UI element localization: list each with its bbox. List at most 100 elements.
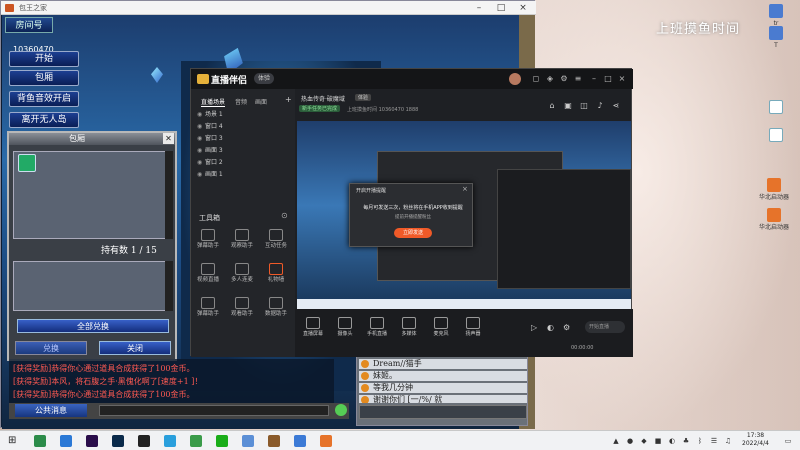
taskbar-app-1[interactable] [60,435,72,447]
taskbar-app-10[interactable] [294,435,306,447]
taskbar-app-9[interactable] [268,435,280,447]
maximize-icon[interactable]: □ [493,2,509,14]
source-row[interactable]: ◉ 窗口 3 [197,133,289,145]
tray-app-icon[interactable]: ♣ [682,437,690,445]
source-row[interactable]: ◉ 画面 1 [197,169,289,181]
source-row[interactable]: ◉ 画面 3 [197,145,289,157]
voice-row[interactable]: 等我几分钟 [359,383,527,393]
tray-app-icon[interactable]: ▲ [612,437,620,445]
desktop-icon[interactable] [765,128,787,144]
gift-icon[interactable]: ◈ [545,74,555,84]
message-icon[interactable]: ◻ [531,74,541,84]
tool-item[interactable]: 多人连麦 [227,263,257,284]
bluetooth-icon[interactable]: ᛒ [696,437,704,445]
lock-icon[interactable]: ▣ [563,101,573,111]
tray-app-icon[interactable]: ● [626,437,634,445]
source-row[interactable]: ◉ 窗口 4 [197,121,289,133]
voice-row[interactable]: Dream//猫手 [359,359,527,369]
app-version-tag[interactable]: 体验 [254,73,275,84]
clock[interactable]: 17:38 2022/4/4 [742,432,769,448]
record-icon[interactable]: ▷ [531,323,537,332]
tool-item[interactable]: 观察助手 [227,229,257,250]
tray-app-icon[interactable]: ◐ [668,437,676,445]
taskbar-app-11[interactable] [320,435,332,447]
notification-icon[interactable]: ▭ [784,437,792,445]
bottom-tool[interactable]: 直播屏幕 [299,317,327,338]
taskbar-app-0[interactable] [34,435,46,447]
eye-icon[interactable]: ◉ [197,145,205,157]
chat-input[interactable] [99,405,329,416]
mirror-icon[interactable]: ◐ [547,323,554,332]
fish-sound-toggle-button[interactable]: 背鱼音效开启 [9,91,79,107]
desktop-icon-launcher[interactable]: 华北启动器 [756,208,792,231]
bottom-tool[interactable]: 摄像头 [331,317,359,338]
add-scene-icon[interactable]: + [285,95,292,104]
avatar[interactable] [509,73,521,85]
live-settings-icon[interactable]: ⚙ [563,323,570,332]
bag-close-icon[interactable]: ✕ [163,133,174,144]
menu-icon[interactable]: ≡ [573,74,583,84]
eye-icon[interactable]: ◉ [197,133,205,145]
tool-item[interactable]: 观看助手 [227,297,257,318]
tray-app-icon[interactable]: ◆ [640,437,648,445]
taskbar-app-3[interactable] [112,435,124,447]
bottom-tool[interactable]: 手机直播 [363,317,391,338]
maximize-icon[interactable]: □ [603,74,613,84]
exchange-all-button[interactable]: 全部兑换 [17,319,169,333]
taskbar-app-5[interactable] [164,435,176,447]
tool-item[interactable]: 弹幕助手 [193,297,223,318]
bottom-tool[interactable]: 麦克风 [427,317,455,338]
bottom-tool[interactable]: 扬声器 [459,317,487,338]
source-row[interactable]: ◉ 窗口 2 [197,157,289,169]
desktop-icon[interactable]: tr [765,4,787,27]
settings-icon[interactable]: ⚙ [559,74,569,84]
desktop-icon[interactable]: T [765,26,787,49]
minimize-icon[interactable]: – [471,2,487,14]
popup-close-icon[interactable]: × [462,185,468,193]
voice-row[interactable]: 妹姬。 [359,371,527,381]
live-preview[interactable]: 开启开播提醒 × 每月可发送三次，粉丝将在手机APP收到提醒 提前开播提醒粉丝 … [297,121,631,309]
tab-canvas[interactable]: 画面 [255,97,267,106]
bag-scrollbar[interactable] [165,151,173,239]
bag-detail-scrollbar[interactable] [165,261,173,311]
start-button[interactable]: 开始 [9,51,79,67]
desktop-icon-launcher[interactable]: 华北启动器 [756,178,792,201]
voice-input[interactable] [359,405,527,419]
taskbar-app-6[interactable] [190,435,202,447]
tray-app-icon[interactable]: ■ [654,437,662,445]
public-message-button[interactable]: 公共消息 [15,404,87,417]
volume-icon[interactable]: ♫ [724,437,732,445]
layout-icon[interactable]: ⌂ [547,101,557,111]
start-live-button[interactable]: 开始直播 [585,321,625,333]
exchange-button[interactable]: 兑换 [15,341,87,355]
desktop-icon[interactable] [765,100,787,116]
eye-icon[interactable]: ◉ [197,157,205,169]
leave-island-button[interactable]: 离开无人岛 [9,112,79,128]
toolbox-settings-icon[interactable]: ⊙ [281,211,288,220]
source-row[interactable]: ◉ 场景 1 [197,109,289,121]
bag-button[interactable]: 包厢 [9,70,79,86]
tool-item[interactable]: 礼物墙 [261,263,291,284]
eye-icon[interactable]: ◉ [197,121,205,133]
tool-item[interactable]: 弹幕助手 [193,229,223,250]
eye-icon[interactable]: ◉ [197,109,205,121]
bell-icon[interactable]: ♪ [595,101,605,111]
taskbar-app-7[interactable] [216,435,228,447]
close-button[interactable]: 关闭 [99,341,171,355]
taskbar-app-4[interactable] [138,435,150,447]
start-icon[interactable]: ⊞ [8,436,18,446]
crop-icon[interactable]: ◫ [579,101,589,111]
eye-icon[interactable]: ◉ [197,169,205,181]
close-icon[interactable]: × [617,74,627,84]
tool-item[interactable]: 数据助手 [261,297,291,318]
send-now-button[interactable]: 立即发送 [394,228,432,238]
send-icon[interactable] [335,404,347,416]
share-icon[interactable]: ⋖ [611,101,621,111]
tab-audio[interactable]: 音频 [235,97,247,106]
voice-row[interactable]: 谢谢你们 [一/%/ 就 [359,395,527,403]
tab-live-scene[interactable]: 直播场景 [201,97,225,106]
minimize-icon[interactable]: – [589,74,599,84]
network-icon[interactable]: ☰ [710,437,718,445]
tool-item[interactable]: 互动任务 [261,229,291,250]
bag-item-slot[interactable] [18,154,36,172]
